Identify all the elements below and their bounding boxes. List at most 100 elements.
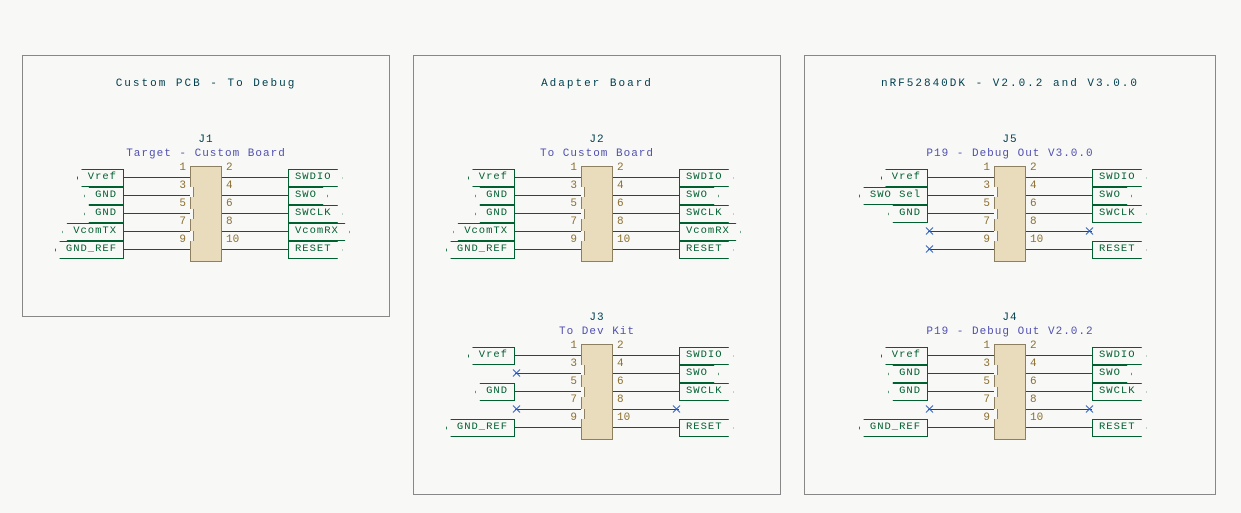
pin-row: 9 10RESET	[850, 240, 1170, 258]
pin-row: 3GND 4SWO	[437, 186, 757, 204]
pin-label: SWCLK	[288, 205, 343, 223]
pin-number: 1	[179, 162, 186, 174]
pin-label: VcomTX	[62, 223, 124, 241]
pin-label: GND	[888, 365, 928, 383]
panel-2: nRF52840DK - V2.0.2 and V3.0.0J5P19 - De…	[804, 55, 1216, 495]
pin-label: VcomRX	[679, 223, 741, 241]
pin-label: Vref	[468, 169, 515, 187]
pin-left: 1Vref	[437, 346, 581, 364]
pin-label: Vref	[77, 169, 124, 187]
pin-row: 9GND_REF10RESET	[850, 418, 1170, 436]
pin-number: 10	[1030, 234, 1043, 246]
pin-row: 5GND 6SWCLK	[850, 382, 1170, 400]
pin-right: 10RESET	[1026, 240, 1170, 258]
connector-body: 1Vref2SWDIO34SWO5GND6SWCLK789GND_REF10RE…	[437, 344, 757, 440]
nc-icon	[926, 405, 934, 413]
pin-number: 6	[617, 376, 624, 388]
connector-J4: J4P19 - Debug Out V2.0.21Vref2SWDIO3GND4…	[850, 312, 1170, 440]
pin-number: 7	[983, 394, 990, 406]
pin-number: 8	[617, 216, 624, 228]
pin-left: 5GND	[46, 204, 190, 222]
pin-right: 2SWDIO	[1026, 346, 1170, 364]
pin-number: 3	[570, 358, 577, 370]
pin-right: 6SWCLK	[1026, 204, 1170, 222]
pin-right: 4SWO	[613, 186, 757, 204]
pin-right: 10RESET	[1026, 418, 1170, 436]
pin-label: RESET	[679, 241, 734, 259]
pin-row: 3GND4SWO	[46, 186, 366, 204]
pin-row: 78	[850, 400, 1170, 418]
nc-icon	[926, 227, 934, 235]
pin-row: 5GND6SWCLK	[850, 204, 1170, 222]
pin-right: 2SWDIO	[222, 168, 366, 186]
pin-right: 10RESET	[613, 240, 757, 258]
pin-number: 8	[226, 216, 233, 228]
pin-number: 5	[983, 198, 990, 210]
connector-ref: J1	[46, 134, 366, 146]
connector-ref: J5	[850, 134, 1170, 146]
pin-right: 8	[613, 400, 757, 418]
pin-left: 9GND_REF	[46, 240, 190, 258]
pin-left: 7	[850, 400, 994, 418]
pin-left: 3GND	[437, 186, 581, 204]
pin-label: SWDIO	[679, 347, 734, 365]
pin-row: 1Vref 2SWDIO	[850, 168, 1170, 186]
connector-ref: J4	[850, 312, 1170, 324]
pin-row: 78	[437, 400, 757, 418]
pin-left: 1Vref	[46, 168, 190, 186]
pin-label: GND	[475, 383, 515, 401]
pin-row: 1Vref 2SWDIO	[46, 168, 366, 186]
pin-number: 6	[1030, 376, 1037, 388]
pin-number: 8	[1030, 394, 1037, 406]
pin-label: SWDIO	[679, 169, 734, 187]
pin-right: 2SWDIO	[1026, 168, 1170, 186]
pin-left: 9	[850, 240, 994, 258]
pin-number: 9	[983, 412, 990, 424]
pin-number: 10	[617, 412, 630, 424]
pin-right: 4SWO	[1026, 364, 1170, 382]
panel-1: Adapter BoardJ2To Custom Board1Vref2SWDI…	[413, 55, 781, 495]
pin-label: SWCLK	[1092, 383, 1147, 401]
pin-number: 2	[1030, 340, 1037, 352]
pin-label: GND	[84, 187, 124, 205]
pin-label: VcomTX	[453, 223, 515, 241]
connector-ref: J3	[437, 312, 757, 324]
pin-number: 4	[617, 358, 624, 370]
pin-label: RESET	[288, 241, 343, 259]
pin-row: 5GND6SWCLK	[437, 204, 757, 222]
pin-left: 3GND	[46, 186, 190, 204]
pin-right: 6SWCLK	[222, 204, 366, 222]
connector-desc: P19 - Debug Out V2.0.2	[850, 326, 1170, 338]
pin-number: 5	[570, 198, 577, 210]
pin-left: 1Vref	[850, 168, 994, 186]
pin-label: SWCLK	[679, 205, 734, 223]
pin-left: 3SWO Sel	[850, 186, 994, 204]
pin-label: GND	[475, 205, 515, 223]
pin-number: 3	[983, 358, 990, 370]
pin-number: 6	[617, 198, 624, 210]
pin-label: GND	[888, 383, 928, 401]
pin-number: 9	[570, 234, 577, 246]
pin-label: Vref	[881, 169, 928, 187]
pin-label: SWDIO	[1092, 169, 1147, 187]
pin-label: SWO Sel	[859, 187, 928, 205]
pin-number: 3	[179, 180, 186, 192]
pin-row: 1Vref2SWDIO	[850, 346, 1170, 364]
pin-number: 2	[617, 162, 624, 174]
panel-title: Custom PCB - To Debug	[23, 78, 389, 90]
pin-row: 9GND_REF10RESET	[437, 418, 757, 436]
pin-left: 5GND	[437, 382, 581, 400]
pin-right: 2SWDIO	[613, 346, 757, 364]
pin-left: 5GND	[437, 204, 581, 222]
pin-number: 10	[1030, 412, 1043, 424]
pin-left: 9GND_REF	[437, 240, 581, 258]
pin-left: 5GND	[850, 382, 994, 400]
connector-body: 1Vref2SWDIO3GND4SWO5GND6SWCLK789GND_REF1…	[850, 344, 1170, 440]
pin-right: 4SWO	[613, 364, 757, 382]
pin-right: 6SWCLK	[1026, 382, 1170, 400]
pin-number: 5	[570, 376, 577, 388]
pin-label: RESET	[679, 419, 734, 437]
connector-desc: To Dev Kit	[437, 326, 757, 338]
pin-number: 6	[226, 198, 233, 210]
pin-left: 3GND	[850, 364, 994, 382]
